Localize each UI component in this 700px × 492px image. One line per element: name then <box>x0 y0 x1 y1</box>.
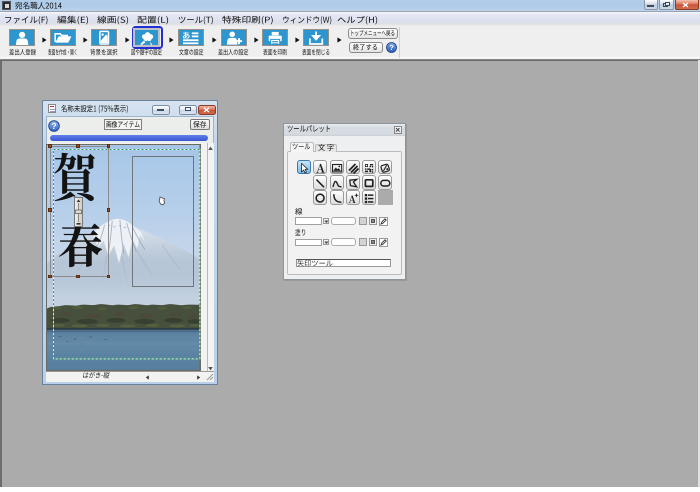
svg-text:?: ? <box>51 121 56 131</box>
svg-text:?: ? <box>389 43 394 52</box>
